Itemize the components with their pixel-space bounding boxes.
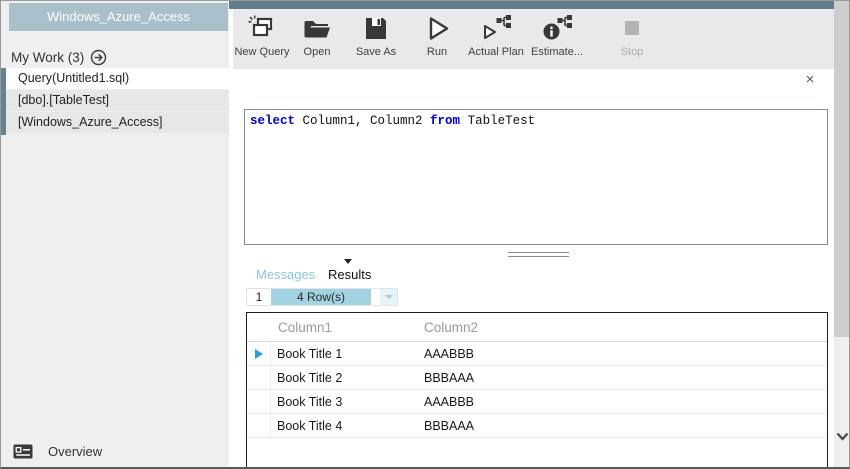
cell-column1[interactable]: Book Title 3 — [271, 390, 424, 413]
save-icon — [361, 14, 391, 44]
row-gutter[interactable] — [247, 414, 271, 437]
cell-column1[interactable]: Book Title 4 — [271, 414, 424, 437]
new-query-button[interactable]: New Query — [233, 14, 291, 58]
scroll-down-arrow-icon[interactable] — [836, 432, 849, 442]
tab-messages[interactable]: Messages — [256, 267, 315, 282]
row-gutter[interactable] — [247, 366, 271, 389]
run-label: Run — [427, 46, 447, 58]
overview-nav-item[interactable]: Overview — [13, 444, 102, 459]
save-as-label: Save As — [356, 46, 396, 58]
actual-plan-icon — [481, 14, 511, 44]
batch-dropdown-button[interactable] — [380, 289, 397, 305]
row-count-badge[interactable]: 4 Row(s) — [271, 289, 371, 305]
cell-column2[interactable]: AAABBB — [424, 390, 827, 413]
results-grid: Column1 Column2 Book Title 1 AAABBB Book… — [246, 312, 828, 469]
app-window: Windows_Azure_Access My Work (3) Query(U… — [0, 0, 850, 469]
dropdown-caret-icon — [385, 295, 393, 299]
my-work-title: My Work (3) — [11, 50, 84, 65]
actual-plan-label: Actual Plan — [468, 46, 524, 58]
cell-column2[interactable]: BBBAAA — [424, 414, 827, 437]
new-query-label: New Query — [234, 46, 289, 58]
open-button[interactable]: Open — [293, 14, 341, 58]
new-query-icon — [247, 14, 277, 44]
chevron-down-icon[interactable] — [344, 259, 352, 264]
tab-results[interactable]: Results — [328, 267, 371, 282]
sidebar-item-tabletest[interactable]: [dbo].[TableTest] — [6, 90, 229, 111]
cell-column1[interactable]: Book Title 2 — [271, 366, 424, 389]
sql-statement: select Column1, Column2 from TableTest — [245, 110, 827, 128]
run-icon — [422, 14, 452, 44]
sql-keyword: select — [250, 114, 295, 128]
column-header-column2[interactable]: Column2 — [424, 320, 478, 335]
cell-column2[interactable]: BBBAAA — [424, 366, 827, 389]
estimated-plan-label: Estimate... — [531, 46, 583, 58]
overview-label: Overview — [48, 444, 102, 459]
table-row[interactable]: Book Title 4 BBBAAA — [247, 414, 827, 438]
pane-splitter-handle[interactable] — [508, 252, 569, 257]
actual-plan-button[interactable]: Actual Plan — [464, 14, 528, 58]
sql-editor[interactable]: select Column1, Column2 from TableTest — [244, 109, 828, 245]
query-toolbar: New Query Open Save As Run — [233, 9, 834, 69]
sidebar-item-query[interactable]: Query(Untitled1.sql) — [6, 68, 229, 89]
run-button[interactable]: Run — [415, 14, 459, 58]
table-row[interactable]: Book Title 3 AAABBB — [247, 390, 827, 414]
estimated-plan-icon — [542, 14, 572, 44]
close-document-button[interactable]: × — [801, 71, 819, 89]
sidebar-item-database[interactable]: [Windows_Azure_Access] — [6, 112, 229, 133]
stop-label: Stop — [621, 46, 644, 58]
connection-header[interactable]: Windows_Azure_Access — [9, 3, 228, 31]
table-row[interactable]: Book Title 1 AAABBB — [247, 342, 827, 366]
sql-text: Column1, Column2 — [295, 114, 430, 128]
sidebar: Windows_Azure_Access My Work (3) Query(U… — [1, 1, 229, 469]
column-header-column1[interactable]: Column1 — [278, 320, 424, 335]
stop-icon — [617, 14, 647, 44]
batch-index[interactable]: 1 — [247, 289, 271, 305]
my-work-list: Query(Untitled1.sql) [dbo].[TableTest] [… — [6, 68, 229, 134]
overview-card-icon — [13, 444, 33, 459]
sql-text: TableTest — [460, 114, 535, 128]
vertical-scrollbar[interactable] — [834, 1, 850, 469]
row-gutter[interactable] — [247, 342, 271, 365]
grid-header-row: Column1 Column2 — [247, 313, 827, 342]
table-row[interactable]: Book Title 2 BBBAAA — [247, 366, 827, 390]
open-folder-icon — [302, 14, 332, 44]
batch-strip-gap — [371, 289, 380, 305]
sql-keyword: from — [430, 114, 460, 128]
open-label: Open — [304, 46, 331, 58]
stop-button[interactable]: Stop — [610, 14, 654, 58]
batch-result-strip: 1 4 Row(s) — [246, 288, 398, 306]
expand-circle-arrow-icon[interactable] — [90, 49, 107, 66]
top-accent-bar — [229, 1, 834, 9]
scrollbar-thumb[interactable] — [834, 1, 850, 337]
my-work-section: My Work (3) — [11, 48, 107, 66]
cell-column1[interactable]: Book Title 1 — [271, 342, 424, 365]
cell-column2[interactable]: AAABBB — [424, 342, 827, 365]
save-as-button[interactable]: Save As — [348, 14, 404, 58]
row-gutter[interactable] — [247, 390, 271, 413]
estimated-plan-button[interactable]: Estimate... — [526, 14, 588, 58]
active-row-marker-icon — [255, 349, 263, 359]
